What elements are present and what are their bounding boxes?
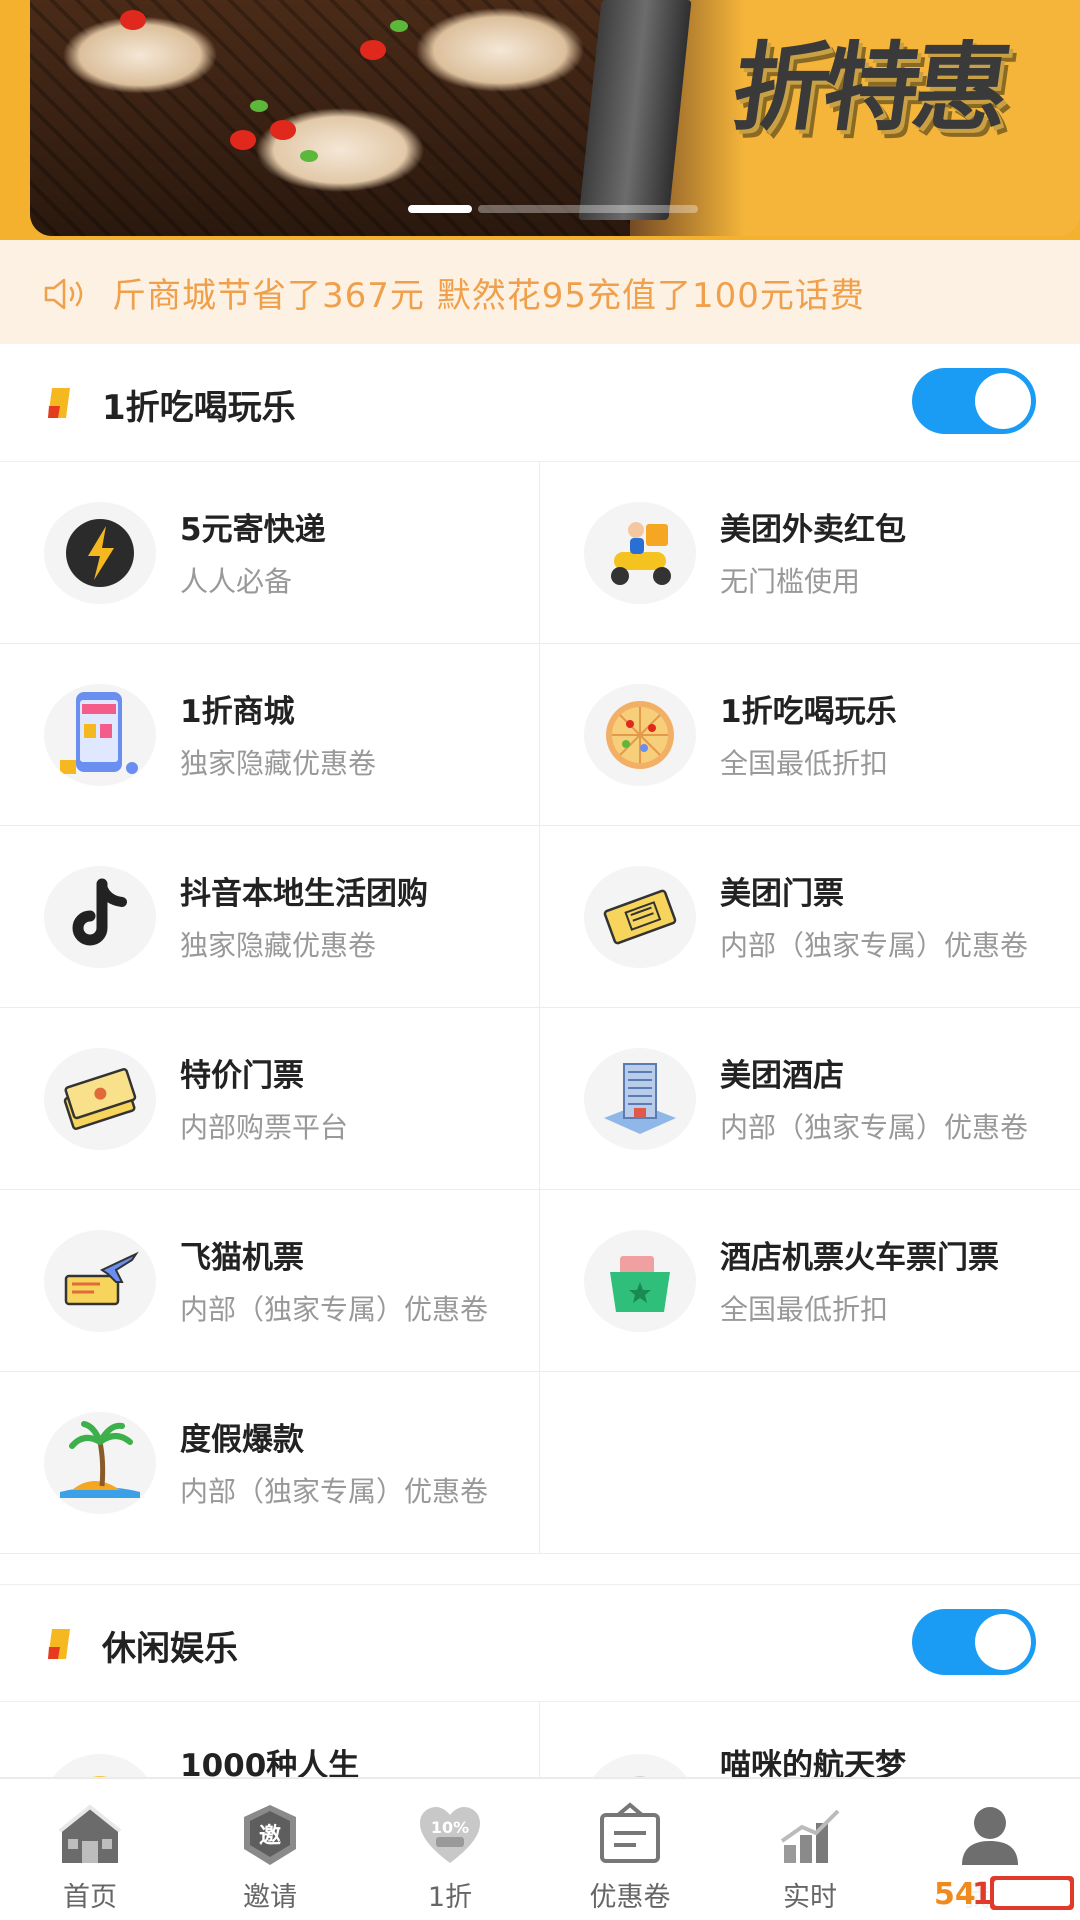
game-item-1000-lives[interactable]: 1000种人生 xyxy=(0,1702,540,1778)
lightning-icon xyxy=(44,502,156,604)
service-item-special-tickets[interactable]: 特价门票 内部购票平台 xyxy=(0,1008,540,1190)
item-subtitle: 独家隐藏优惠卷 xyxy=(180,747,377,780)
shop-phone-icon xyxy=(44,684,156,786)
nav-item-home[interactable]: 首页 xyxy=(0,1779,180,1920)
promo-banner[interactable]: 折特惠 xyxy=(0,0,1080,240)
nav-item-invite[interactable]: 邀 邀请 xyxy=(180,1779,360,1920)
service-item-vacation-deals[interactable]: 度假爆款 内部（独家专属）优惠卷 xyxy=(0,1372,540,1554)
grilled-oysters-image xyxy=(30,0,630,236)
coupon-icon xyxy=(600,1802,660,1863)
section-toggle-switch[interactable] xyxy=(912,368,1036,434)
item-title: 喵咪的航天梦 xyxy=(720,1748,906,1778)
nav-item-1zhe[interactable]: 10% 1折 xyxy=(360,1779,540,1920)
item-title: 5元寄快递 xyxy=(180,512,326,548)
item-subtitle: 独家隐藏优惠卷 xyxy=(180,929,377,962)
nav-label: 实时 xyxy=(783,1882,837,1913)
svg-text:邀: 邀 xyxy=(259,1824,281,1849)
item-subtitle: 全国最低折扣 xyxy=(720,1293,889,1326)
service-item-1zhe-dining[interactable]: 1折吃喝玩乐 全国最低折扣 xyxy=(540,644,1080,826)
item-subtitle: 内部（独家专属）优惠卷 xyxy=(180,1475,489,1508)
nav-label: 邀请 xyxy=(243,1882,297,1913)
section-header-dining: 1折吃喝玩乐 xyxy=(0,344,1080,462)
item-subtitle: 内部（独家专属）优惠卷 xyxy=(720,929,1029,962)
carousel-indicator xyxy=(408,205,708,213)
site-watermark-logo: 54 1 xyxy=(928,1868,1080,1918)
nav-label: 1折 xyxy=(427,1882,473,1913)
bottom-navigation: 首页 邀 邀请 10% 1折 优惠卷 实时 xyxy=(0,1778,1080,1920)
item-subtitle: 无门槛使用 xyxy=(720,565,861,598)
toggle-knob xyxy=(975,373,1031,429)
section-title: 1折吃喝玩乐 xyxy=(102,388,296,428)
item-title: 抖音本地生活团购 xyxy=(180,876,428,912)
palm-island-icon xyxy=(44,1412,156,1514)
service-item-meituan-hotel[interactable]: 美团酒店 内部（独家专属）优惠卷 xyxy=(540,1008,1080,1190)
service-item-meituan-waimai[interactable]: 美团外卖红包 无门槛使用 xyxy=(540,462,1080,644)
service-item-1zhe-mall[interactable]: 1折商城 独家隐藏优惠卷 xyxy=(0,644,540,826)
astronaut-cat-icon xyxy=(584,1754,696,1777)
pizza-icon xyxy=(584,684,696,786)
item-subtitle: 内部（独家专属）优惠卷 xyxy=(180,1293,489,1326)
discount-heart-icon: 10% xyxy=(420,1807,480,1863)
item-title: 1000种人生 xyxy=(180,1748,360,1778)
service-item-feimao-flights[interactable]: 飞猫机票 内部（独家专属）优惠卷 xyxy=(0,1190,540,1372)
plane-ticket-icon xyxy=(44,1230,156,1332)
section-toggle-switch[interactable] xyxy=(912,1609,1036,1675)
travel-folder-icon xyxy=(584,1230,696,1332)
home-icon xyxy=(58,1804,122,1863)
user-icon xyxy=(962,1807,1018,1865)
banner-image[interactable]: 折特惠 xyxy=(30,0,1080,236)
tickets-icon xyxy=(44,1048,156,1150)
hotel-building-icon xyxy=(584,1048,696,1150)
item-subtitle: 全国最低折扣 xyxy=(720,747,889,780)
ticket-icon xyxy=(584,866,696,968)
item-subtitle: 人人必备 xyxy=(180,565,293,598)
bar-chart-icon xyxy=(780,1809,840,1863)
item-title: 酒店机票火车票门票 xyxy=(720,1240,999,1276)
section-flag-icon xyxy=(48,1629,70,1659)
item-title: 1折商城 xyxy=(180,694,295,730)
item-title: 飞猫机票 xyxy=(180,1240,304,1276)
game-item-cat-space-dream[interactable]: 喵咪的航天梦 xyxy=(540,1702,1080,1778)
item-subtitle: 内部（独家专属）优惠卷 xyxy=(720,1111,1029,1144)
tiktok-icon xyxy=(44,866,156,968)
service-item-meituan-tickets[interactable]: 美团门票 内部（独家专属）优惠卷 xyxy=(540,826,1080,1008)
speaker-icon xyxy=(44,278,83,310)
service-item-express[interactable]: 5元寄快递 人人必备 xyxy=(0,462,540,644)
svg-text:1: 1 xyxy=(972,1877,993,1912)
item-title: 美团门票 xyxy=(720,876,844,912)
carousel-dot-active xyxy=(408,205,472,213)
svg-text:54: 54 xyxy=(934,1877,976,1912)
toggle-knob xyxy=(975,1614,1031,1670)
nav-label: 首页 xyxy=(63,1882,117,1913)
item-subtitle: 内部购票平台 xyxy=(180,1111,349,1144)
nav-item-realtime[interactable]: 实时 xyxy=(720,1779,900,1920)
empty-grid-cell xyxy=(540,1372,1080,1554)
banner-headline: 折特惠 xyxy=(725,32,1012,144)
item-title: 美团酒店 xyxy=(720,1058,844,1094)
nav-label: 优惠卷 xyxy=(589,1882,671,1913)
section-title: 休闲娱乐 xyxy=(102,1629,238,1669)
item-title: 美团外卖红包 xyxy=(720,512,906,548)
service-item-douyin-group-buy[interactable]: 抖音本地生活团购 独家隐藏优惠卷 xyxy=(0,826,540,1008)
carousel-dot-track xyxy=(478,205,698,213)
notice-marquee-text: 斤商城节省了367元 默然花95充值了100元话费 xyxy=(112,276,865,316)
svg-text:10%: 10% xyxy=(431,1818,469,1837)
service-item-travel-booking[interactable]: 酒店机票火车票门票 全国最低折扣 xyxy=(540,1190,1080,1372)
section-flag-icon xyxy=(48,388,70,418)
item-title: 度假爆款 xyxy=(180,1422,304,1458)
item-title: 特价门票 xyxy=(180,1058,304,1094)
item-title: 1折吃喝玩乐 xyxy=(720,694,897,730)
game-character-icon xyxy=(44,1754,156,1777)
invite-badge-icon: 邀 xyxy=(244,1805,296,1865)
section-header-entertainment: 休闲娱乐 xyxy=(0,1584,1080,1702)
delivery-scooter-icon xyxy=(584,502,696,604)
nav-item-coupons[interactable]: 优惠卷 xyxy=(540,1779,720,1920)
